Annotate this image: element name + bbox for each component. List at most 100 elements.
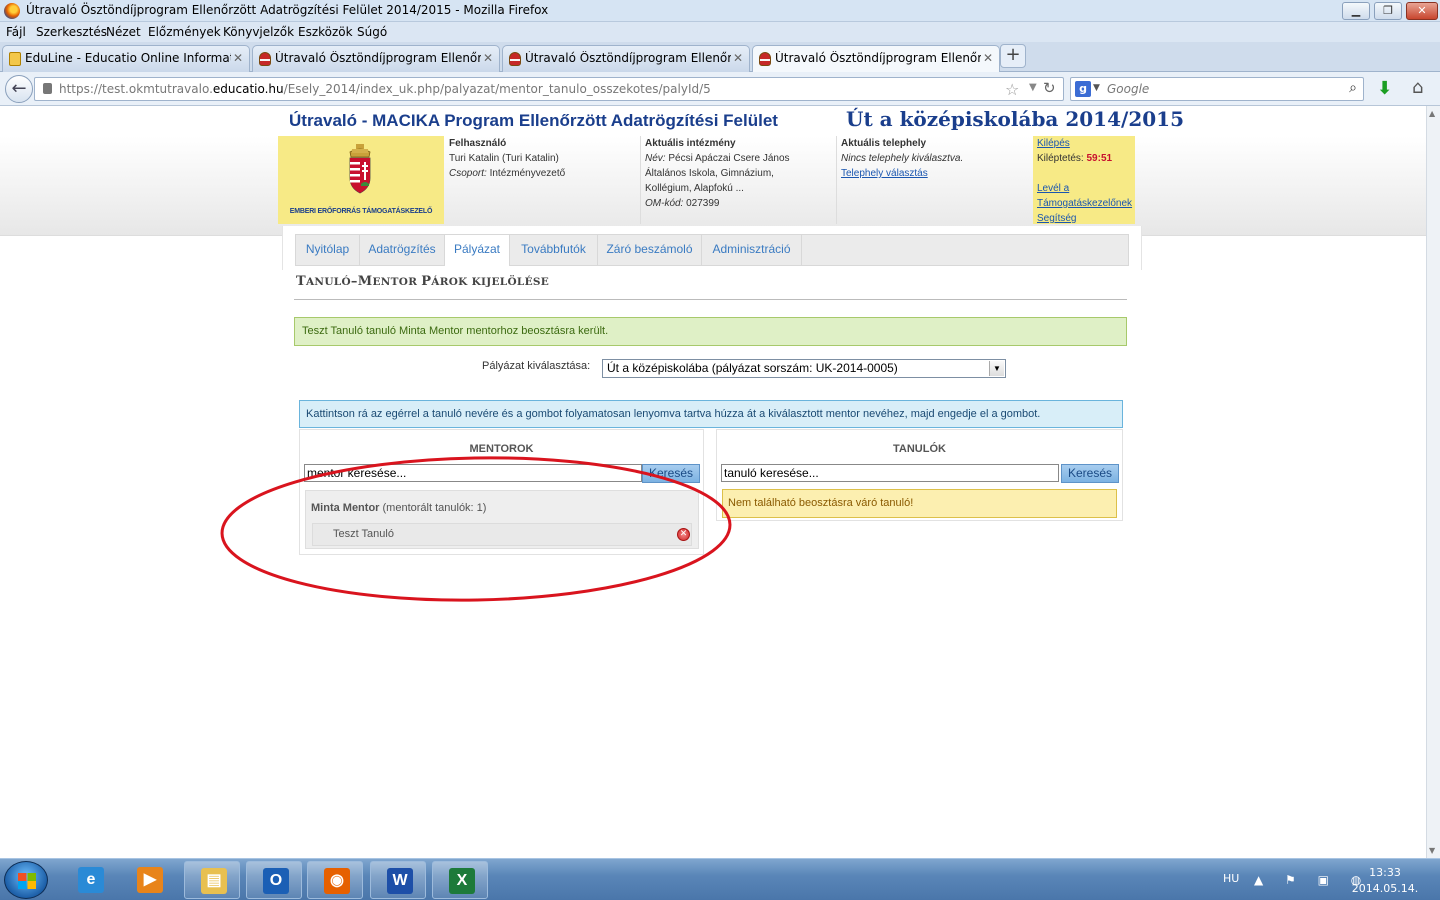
annotation-ellipse (220, 456, 732, 602)
program-title: Út a középiskolába 2014/2015 (846, 107, 1184, 131)
navigation-bar: ← https://test.okmtutravalo.educatio.hu/… (0, 72, 1440, 106)
download-icon[interactable]: ⬇ (1377, 78, 1392, 99)
taskbar-explorer[interactable]: ▤ (184, 861, 240, 899)
crest-favicon-icon (259, 52, 271, 66)
main-nav-wrapper: Nyitólap Adatrögzítés Pályázat Továbbfut… (282, 226, 1142, 270)
taskbar-outlook[interactable]: O (246, 861, 302, 899)
scroll-down-icon[interactable]: ▼ (1429, 846, 1435, 855)
scroll-up-icon[interactable]: ▲ (1429, 109, 1435, 118)
menu-view[interactable]: Nézet (106, 25, 141, 39)
clock[interactable]: 13:33 2014.05.14. (1350, 865, 1420, 897)
close-window-button[interactable]: ✕ (1406, 2, 1438, 20)
nav-tab-application[interactable]: Pályázat (445, 235, 510, 266)
new-tab-button[interactable]: + (1000, 44, 1026, 68)
tab-close-icon[interactable]: ✕ (233, 51, 243, 65)
address-url[interactable]: https://test.okmtutravalo.educatio.hu/Es… (59, 82, 711, 96)
nav-tab-data-entry[interactable]: Adatrögzítés (360, 235, 445, 265)
maximize-button[interactable]: ❐ (1374, 2, 1402, 20)
tab-label: EduLine - Educatio Online Informatik... (25, 51, 231, 65)
success-alert: Teszt Tanuló tanuló Minta Mentor mentorh… (294, 317, 1127, 346)
search-placeholder: Google (1107, 82, 1150, 96)
students-panel: TANULÓK tanuló keresése... Keresés Nem t… (716, 429, 1123, 521)
tab-label: Útravaló Ösztöndíjprogram Ellenőrzöt... (525, 51, 731, 65)
address-bar[interactable]: https://test.okmtutravalo.educatio.hu/Es… (34, 77, 1064, 101)
user-group-line: Csoport: Intézményvezető (449, 168, 566, 179)
tab-bar: EduLine - Educatio Online Informatik... … (0, 42, 1440, 73)
menu-help[interactable]: Súgó (357, 25, 387, 39)
firefox-icon: ◉ (324, 868, 350, 894)
chevron-down-icon[interactable]: ▼ (1093, 83, 1100, 93)
page-viewport: Útravaló - MACIKA Program Ellenőrzött Ad… (0, 106, 1426, 858)
lock-icon (43, 83, 52, 94)
user-heading: Felhasználó (449, 138, 507, 149)
language-indicator[interactable]: HU (1223, 872, 1239, 885)
menu-tools[interactable]: Eszközök (298, 25, 353, 39)
bookmark-star-icon[interactable]: ☆ (1005, 80, 1019, 99)
application-select[interactable]: Út a középiskolába (pályázat sorszám: UK… (602, 359, 1006, 378)
window-title: Útravaló Ösztöndíjprogram Ellenőrzött Ad… (26, 3, 549, 17)
logout-link[interactable]: Kilépés (1037, 138, 1070, 149)
taskbar-firefox[interactable]: ◉ (307, 861, 363, 899)
window-titlebar: Útravaló Ösztöndíjprogram Ellenőrzött Ad… (0, 0, 1440, 22)
browser-tab-eduline[interactable]: EduLine - Educatio Online Informatik... … (2, 45, 250, 72)
firefox-logo-icon (4, 3, 20, 19)
word-icon: W (387, 868, 413, 894)
start-button[interactable] (4, 861, 48, 899)
tab-label: Útravaló Ösztöndíjprogram Ellenőrzöt... (275, 51, 481, 65)
browser-tab-utravalo-1[interactable]: Útravaló Ösztöndíjprogram Ellenőrzöt... … (252, 45, 500, 72)
tab-close-icon[interactable]: ✕ (983, 51, 993, 65)
nav-tab-home[interactable]: Nyitólap (296, 235, 360, 265)
menu-bar: Fájl Szerkesztés Nézet Előzmények Könyvj… (0, 22, 1440, 42)
logout-timer: Kiléptetés: 59:51 (1037, 153, 1113, 164)
crest-favicon-icon (509, 52, 521, 66)
home-icon[interactable]: ⌂ (1412, 77, 1423, 98)
taskbar-excel[interactable]: X (432, 861, 488, 899)
main-nav: Nyitólap Adatrögzítés Pályázat Továbbfut… (295, 234, 1129, 266)
excel-icon: X (449, 868, 475, 894)
back-arrow-icon[interactable]: ← (5, 75, 33, 103)
nav-tab-continuing[interactable]: Továbbfutók (510, 235, 598, 265)
ie-icon: e (78, 867, 104, 893)
nav-tab-administration[interactable]: Adminisztráció (702, 235, 802, 265)
menu-file[interactable]: Fájl (6, 25, 26, 39)
windows-logo-icon (18, 873, 36, 889)
institution-name-line: Kollégium, Alapfokú ... (645, 183, 744, 194)
menu-edit[interactable]: Szerkesztés (36, 25, 107, 39)
chevron-down-icon[interactable]: ▼ (989, 361, 1004, 376)
info-alert: Kattintson rá az egérrel a tanuló nevére… (299, 400, 1123, 428)
nav-tab-final-report[interactable]: Záró beszámoló (598, 235, 702, 265)
taskbar-word[interactable]: W (370, 861, 426, 899)
google-icon[interactable]: g (1075, 81, 1091, 97)
browser-tab-utravalo-active[interactable]: Útravaló Ösztöndíjprogram Ellenőrzöt... … (752, 45, 1000, 73)
page-title: TANULÓ–MENTOR PÁROK KIJELÖLÉSE (296, 274, 550, 289)
browser-tab-utravalo-2[interactable]: Útravaló Ösztöndíjprogram Ellenőrzöt... … (502, 45, 750, 72)
media-player-icon: ▶ (137, 867, 163, 893)
site-title: Útravaló - MACIKA Program Ellenőrzött Ad… (289, 111, 778, 130)
application-select-label: Pályázat kiválasztása: (482, 360, 591, 372)
menu-bookmarks[interactable]: Könyvjelzők (223, 25, 294, 39)
taskbar-media-player[interactable]: ▶ (121, 861, 177, 899)
letter-link[interactable]: Levél a (1037, 183, 1069, 194)
choose-site-link[interactable]: Telephely választás (841, 168, 928, 179)
menu-history[interactable]: Előzmények (148, 25, 221, 39)
explorer-icon: ▤ (201, 868, 227, 894)
logo: EMBERI ERŐFORRÁS TÁMOGATÁSKEZELŐ (278, 136, 444, 224)
students-title: TANULÓK (893, 443, 946, 455)
reload-icon[interactable]: ↻ (1043, 79, 1056, 97)
site-none-text: Nincs telephely kiválasztva. (841, 153, 964, 164)
site-info: Aktuális telephely Nincs telephely kivál… (836, 136, 1032, 224)
help-link[interactable]: Segítség (1037, 213, 1076, 224)
taskbar-ie[interactable]: e (62, 861, 118, 899)
account-links: Kilépés Kiléptetés: 59:51 Levél a Támoga… (1033, 136, 1135, 224)
search-box[interactable]: g ▼ Google ⌕ (1070, 77, 1364, 101)
search-icon[interactable]: ⌕ (1349, 80, 1357, 96)
student-search-input[interactable]: tanuló keresése... (721, 464, 1059, 482)
tab-close-icon[interactable]: ✕ (483, 51, 493, 65)
letter-link[interactable]: Támogatáskezelőnek (1037, 198, 1132, 209)
minimize-button[interactable]: ▁ (1342, 2, 1370, 20)
student-search-button[interactable]: Keresés (1061, 464, 1119, 483)
tab-close-icon[interactable]: ✕ (733, 51, 743, 65)
institution-om-line: OM-kód: 027399 (645, 198, 720, 209)
vertical-scrollbar[interactable]: ▲ ▼ (1426, 106, 1440, 858)
history-dropdown-icon[interactable]: ▼ (1029, 82, 1037, 93)
